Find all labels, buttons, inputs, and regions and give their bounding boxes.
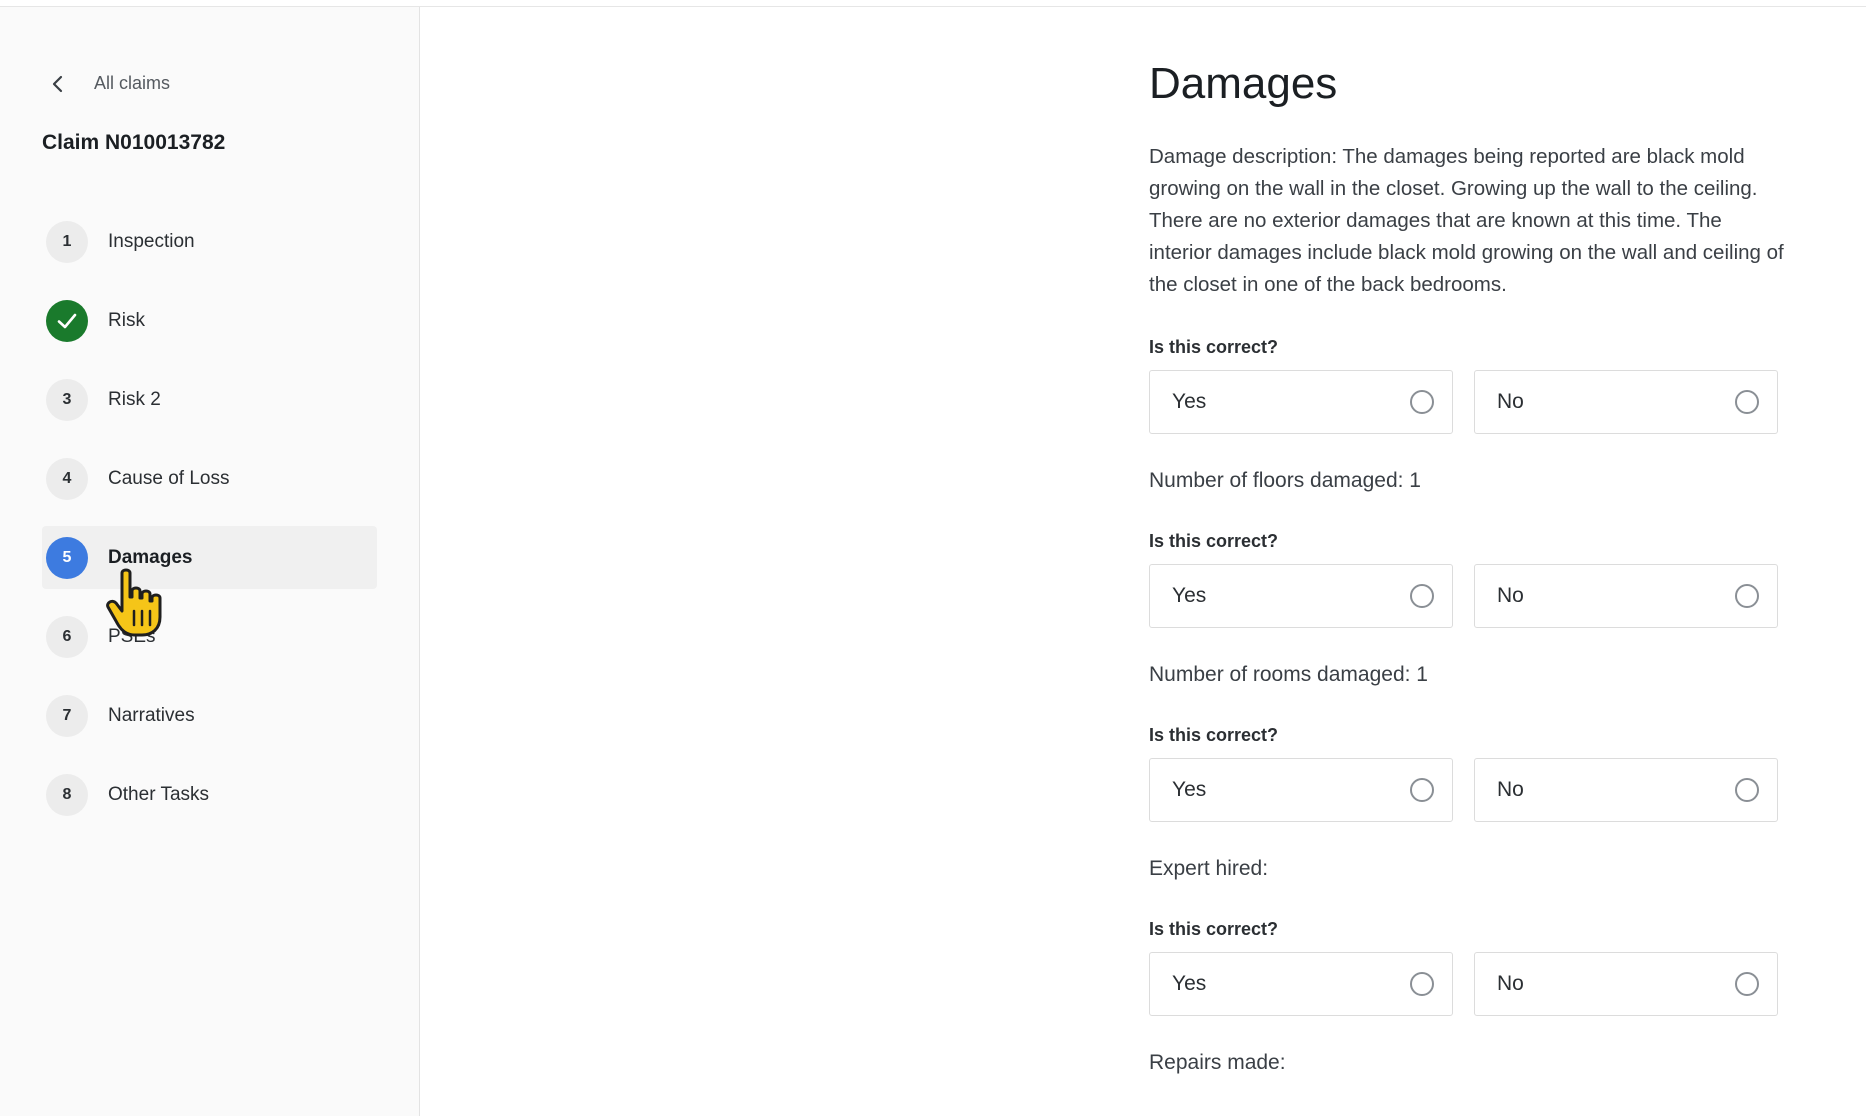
step-other-tasks[interactable]: 8 Other Tasks (42, 763, 377, 826)
step-number-badge: 5 (46, 536, 88, 579)
yes-option[interactable]: Yes (1149, 952, 1453, 1016)
description-confirm-options: Yes No (1149, 370, 1785, 434)
no-option-label[interactable]: No (1497, 390, 1524, 414)
radio-empty-icon[interactable] (1735, 390, 1759, 414)
question-label: Is this correct? (1149, 531, 1279, 551)
step-cause-of-loss[interactable]: 4 Cause of Loss (42, 447, 377, 510)
step-inspection[interactable]: 1 Inspection (42, 210, 377, 273)
back-to-all-claims-link[interactable]: All claims (48, 73, 170, 94)
no-option-label[interactable]: No (1497, 778, 1524, 802)
question-label: Is this correct? (1149, 919, 1279, 939)
claim-sidebar: All claims Claim N010013782 1 Inspection… (0, 7, 420, 1116)
rooms-damaged-text: Number of rooms damaged: 1 (1149, 663, 1428, 686)
radio-empty-icon[interactable] (1410, 972, 1434, 996)
no-option[interactable]: No (1474, 564, 1778, 628)
expert-confirm-options: Yes No (1149, 952, 1785, 1016)
no-option-label[interactable]: No (1497, 584, 1524, 608)
rooms-confirm-options: Yes No (1149, 758, 1785, 822)
yes-option-label[interactable]: Yes (1172, 972, 1206, 996)
step-complete-badge (46, 299, 88, 342)
repairs-made-text: Repairs made: (1149, 1051, 1286, 1074)
no-option-label[interactable]: No (1497, 972, 1524, 996)
radio-empty-icon[interactable] (1410, 390, 1434, 414)
checkmark-icon (57, 313, 77, 328)
yes-option[interactable]: Yes (1149, 564, 1453, 628)
yes-option[interactable]: Yes (1149, 370, 1453, 434)
step-pses[interactable]: 6 PSEs (42, 605, 377, 668)
damage-description: Damage description: The damages being re… (1149, 145, 1784, 296)
damages-panel: Damages Damage description: The damages … (1149, 55, 1785, 1113)
floors-damaged-text: Number of floors damaged: 1 (1149, 469, 1421, 492)
claim-steps-nav: 1 Inspection Risk 3 Risk 2 4 Cause of Lo… (42, 210, 377, 842)
step-label[interactable]: Risk 2 (108, 389, 161, 411)
step-number-badge: 7 (46, 694, 88, 737)
no-option[interactable]: No (1474, 370, 1778, 434)
yes-option[interactable]: Yes (1149, 758, 1453, 822)
expert-hired-text: Expert hired: (1149, 857, 1269, 880)
claim-title: Claim N010013782 (42, 131, 226, 154)
chevron-left-icon[interactable] (48, 74, 68, 94)
radio-empty-icon[interactable] (1735, 972, 1759, 996)
step-number-badge: 6 (46, 615, 88, 658)
step-risk[interactable]: Risk (42, 289, 377, 352)
step-label[interactable]: Damages (108, 547, 193, 569)
step-label[interactable]: Other Tasks (108, 784, 209, 806)
back-link-label[interactable]: All claims (94, 73, 170, 94)
step-risk-2[interactable]: 3 Risk 2 (42, 368, 377, 431)
step-damages[interactable]: 5 Damages (42, 526, 377, 589)
step-label[interactable]: Inspection (108, 231, 195, 253)
step-number-badge: 3 (46, 378, 88, 421)
step-narratives[interactable]: 7 Narratives (42, 684, 377, 747)
yes-option-label[interactable]: Yes (1172, 584, 1206, 608)
question-label: Is this correct? (1149, 725, 1279, 745)
top-border (0, 0, 1866, 7)
step-label[interactable]: Cause of Loss (108, 468, 229, 490)
radio-empty-icon[interactable] (1410, 778, 1434, 802)
yes-option-label[interactable]: Yes (1172, 390, 1206, 414)
radio-empty-icon[interactable] (1735, 778, 1759, 802)
step-label[interactable]: Narratives (108, 705, 195, 727)
step-number-badge: 8 (46, 773, 88, 816)
step-number-badge: 4 (46, 457, 88, 500)
radio-empty-icon[interactable] (1410, 584, 1434, 608)
step-label[interactable]: PSEs (108, 626, 156, 648)
step-label[interactable]: Risk (108, 310, 145, 332)
floors-confirm-options: Yes No (1149, 564, 1785, 628)
question-label: Is this correct? (1149, 337, 1279, 357)
no-option[interactable]: No (1474, 758, 1778, 822)
no-option[interactable]: No (1474, 952, 1778, 1016)
yes-option-label[interactable]: Yes (1172, 778, 1206, 802)
page-title: Damages (1149, 59, 1338, 108)
radio-empty-icon[interactable] (1735, 584, 1759, 608)
step-number-badge: 1 (46, 220, 88, 263)
